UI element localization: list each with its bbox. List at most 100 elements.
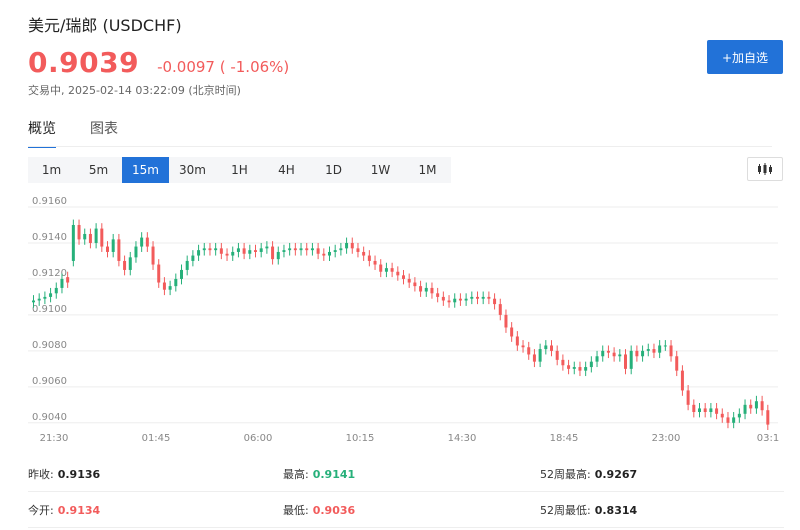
price-chart[interactable]: 0.91600.91400.91200.91000.90800.90600.90…	[28, 190, 784, 445]
candle-body	[208, 248, 212, 251]
candle-body	[680, 370, 684, 391]
candle-body	[698, 408, 701, 413]
candlestick-icon	[758, 163, 772, 175]
candle-body	[402, 275, 405, 279]
period-selector: 1m 5m 15m 30m 1H 4H 1D 1W 1M	[28, 157, 451, 183]
candle-body	[316, 248, 320, 254]
chart-type-button[interactable]	[747, 157, 783, 181]
candle-body	[66, 277, 70, 283]
candle-body	[236, 248, 240, 252]
period-1mo[interactable]: 1M	[404, 157, 451, 183]
trading-status: 交易中, 2025-02-14 03:22:09 (北京时间)	[28, 84, 241, 97]
candle-body	[265, 246, 269, 249]
candle-body	[675, 356, 679, 371]
candle-body	[134, 246, 138, 258]
candle-body	[271, 246, 275, 260]
candle-body	[49, 293, 53, 297]
period-1h[interactable]: 1H	[216, 157, 263, 183]
candle-body	[106, 246, 109, 252]
price-change: -0.0097 ( -1.06%)	[157, 58, 290, 76]
candle-body	[658, 345, 662, 353]
period-15m[interactable]: 15m	[122, 157, 169, 183]
candle-body	[624, 354, 627, 369]
current-price: 0.9039	[28, 46, 140, 79]
week52-low-stat: 52周最低: 0.8314	[540, 504, 638, 517]
candle-body	[458, 298, 462, 301]
period-1m[interactable]: 1m	[28, 157, 75, 183]
day-high-stat: 最高: 0.9141	[283, 468, 356, 481]
x-tick-label: 06:00	[244, 433, 273, 444]
candle-body	[94, 228, 98, 243]
candle-body	[145, 237, 149, 247]
candle-body	[692, 404, 696, 413]
x-tick-label: 01:45	[142, 433, 171, 444]
candle-body	[447, 300, 451, 303]
candle-body	[481, 296, 485, 299]
candle-body	[561, 359, 565, 366]
prev-close-stat: 昨收: 0.9136	[28, 468, 101, 481]
candle-body	[322, 253, 326, 256]
candle-body	[515, 336, 519, 346]
candle-body	[185, 260, 189, 270]
candle-body	[37, 298, 41, 301]
candle-body	[476, 296, 479, 299]
period-30m[interactable]: 30m	[169, 157, 216, 183]
candle-body	[669, 345, 673, 357]
candle-body	[77, 224, 81, 240]
candle-body	[715, 408, 719, 414]
candle-body	[191, 255, 195, 261]
candle-body	[333, 250, 337, 252]
candle-body	[123, 260, 127, 270]
view-tabs: 概览 图表	[28, 118, 152, 148]
candle-body	[612, 352, 616, 357]
candle-body	[293, 248, 297, 251]
candle-body	[578, 367, 582, 371]
candle-body	[168, 286, 172, 290]
price-row: 0.9039 -0.0097 ( -1.06%)	[28, 46, 289, 79]
candle-body	[174, 278, 178, 287]
stats-row: 今开: 0.9134 最低: 0.9036 52周最低: 0.8314	[28, 492, 784, 528]
period-5m[interactable]: 5m	[75, 157, 122, 183]
candle-body	[379, 264, 383, 272]
add-watchlist-button[interactable]: +加自选	[707, 40, 783, 74]
candle-body	[464, 298, 468, 301]
stats-row: 昨收: 0.9136 最高: 0.9141 52周最高: 0.9267	[28, 456, 784, 492]
candle-body	[384, 268, 388, 272]
candle-body	[618, 354, 622, 357]
tab-divider	[28, 146, 772, 147]
candle-body	[635, 350, 639, 357]
candle-body	[732, 417, 736, 423]
y-tick-label: 0.9100	[32, 304, 67, 315]
candle-body	[595, 356, 599, 362]
x-tick-label: 21:30	[40, 433, 69, 444]
candle-body	[646, 349, 650, 351]
candle-body	[749, 404, 753, 409]
candle-body	[726, 417, 730, 423]
candle-body	[128, 257, 132, 270]
candle-body	[493, 298, 497, 305]
y-tick-label: 0.9160	[32, 196, 67, 207]
candle-body	[407, 278, 411, 283]
candle-body	[151, 246, 155, 265]
candle-body	[419, 286, 423, 292]
period-4h[interactable]: 4H	[263, 157, 310, 183]
candle-body	[703, 408, 707, 413]
candle-body	[510, 327, 514, 337]
period-1d[interactable]: 1D	[310, 157, 357, 183]
tab-chart[interactable]: 图表	[90, 118, 118, 148]
candle-body	[180, 269, 183, 279]
candle-body	[641, 350, 645, 357]
candle-body	[373, 260, 377, 265]
tab-overview[interactable]: 概览	[28, 118, 56, 148]
x-tick-label: 03:1	[757, 433, 779, 444]
candle-body	[430, 287, 434, 294]
stats-panel: 昨收: 0.9136 最高: 0.9141 52周最高: 0.9267 今开: 0.91…	[28, 456, 784, 528]
open-stat: 今开: 0.9134	[28, 504, 101, 517]
candle-body	[743, 404, 747, 414]
candle-body	[242, 248, 246, 254]
period-1w[interactable]: 1W	[357, 157, 404, 183]
candle-body	[214, 248, 218, 251]
candle-body	[43, 296, 47, 299]
candle-body	[521, 345, 525, 348]
day-low-stat: 最低: 0.9036	[283, 504, 356, 517]
